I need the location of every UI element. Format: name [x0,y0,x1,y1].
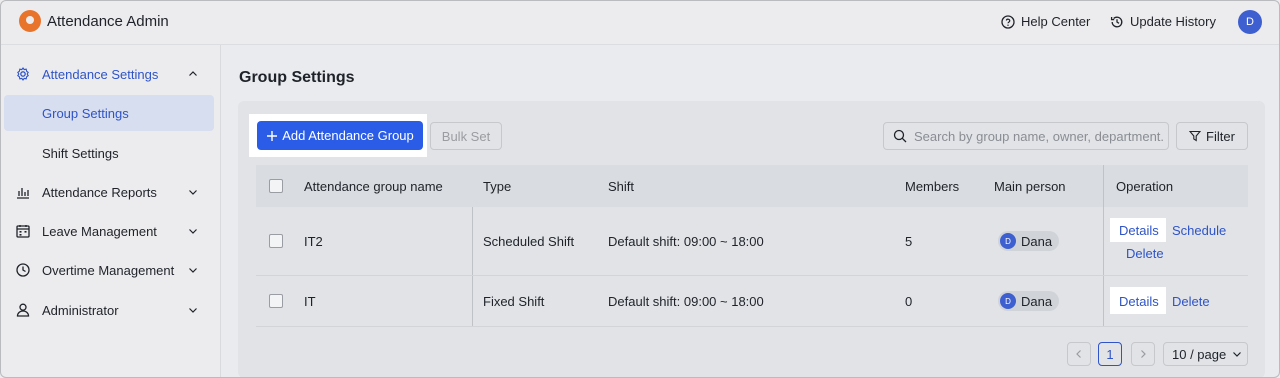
column-header: Type [483,179,512,194]
table-row: IT Fixed Shift Default shift: 09:00 ~ 18… [256,276,1248,327]
avatar: D [1000,293,1016,309]
sidebar: Attendance Settings Group Settings Shift… [0,45,221,378]
bar-chart-icon [16,185,30,199]
sidebar-item-label: Attendance Settings [42,66,159,82]
row-checkbox[interactable] [269,294,283,308]
column-header: Shift [608,179,635,194]
plus-icon [267,130,278,141]
column-header: Attendance group name [304,179,443,194]
column-header: Members [905,179,960,194]
chevron-down-icon [189,190,197,195]
page-number-button[interactable]: 1 [1098,342,1122,366]
group-name-cell: IT [304,294,316,309]
page-size-select[interactable]: 10 / page [1163,342,1248,366]
filter-icon [1189,130,1202,142]
sidebar-item-label: Group Settings [42,105,129,121]
bulk-set-button[interactable]: Bulk Set [430,122,502,150]
select-all-checkbox[interactable] [269,179,283,193]
add-attendance-group-button[interactable]: Add Attendance Group [257,121,423,150]
sidebar-item-label: Administrator [42,302,119,318]
help-center-link[interactable]: Help Center [1001,14,1090,29]
update-history-link[interactable]: Update History [1110,14,1216,29]
row-checkbox[interactable] [269,234,283,248]
type-cell: Scheduled Shift [483,234,575,249]
clock-icon [16,263,30,277]
table-header: Attendance group name Type Shift Members… [256,165,1248,207]
chevron-down-icon [189,268,197,273]
calendar-icon [16,224,30,238]
sidebar-item-leave-management[interactable]: Leave Management [0,213,221,249]
sidebar-item-group-settings[interactable]: Group Settings [0,95,221,131]
app-logo-icon [19,10,41,32]
chevron-up-icon [189,71,197,76]
app-title: Attendance Admin [47,13,169,30]
sidebar-item-administrator[interactable]: Administrator [0,292,221,328]
main-person-chip[interactable]: D Dana [998,231,1060,251]
gear-icon [16,67,30,81]
shift-cell: Default shift: 09:00 ~ 18:00 [608,294,764,309]
search-icon [893,129,907,143]
sidebar-item-label: Overtime Management [42,262,175,278]
details-link[interactable]: Details [1119,223,1159,238]
column-header: Operation [1116,179,1174,194]
chevron-left-icon [1076,350,1081,358]
page-title: Group Settings [239,69,355,86]
search-input[interactable] [914,128,1164,144]
delete-link[interactable]: Delete [1126,246,1164,261]
user-avatar[interactable]: D [1238,10,1262,34]
sidebar-item-overtime-management[interactable]: Overtime Management [0,252,221,288]
user-icon [16,303,30,317]
members-cell: 5 [905,234,913,249]
sidebar-item-label: Shift Settings [42,145,119,161]
members-cell: 0 [905,294,913,309]
avatar: D [1000,233,1016,249]
chevron-down-icon [189,229,197,234]
search-box[interactable] [883,122,1169,150]
column-header: Main person [994,179,1066,194]
chevron-right-icon [1141,350,1146,358]
main-person-name: Dana [1021,293,1053,309]
chevron-down-icon [1233,352,1242,357]
next-page-button[interactable] [1131,342,1155,366]
history-icon [1110,16,1123,27]
page-size-value: 10 / page [1172,346,1227,362]
top-bar: Attendance Admin Help Center Update Hist… [0,0,1280,45]
chevron-down-icon [189,308,197,313]
main-person-chip[interactable]: D Dana [998,291,1060,311]
sidebar-item-label: Leave Management [42,223,157,239]
shift-cell: Default shift: 09:00 ~ 18:00 [608,234,764,249]
question-circle-icon [1001,14,1015,29]
type-cell: Fixed Shift [483,294,545,309]
help-center-label: Help Center [1021,14,1091,29]
main-person-name: Dana [1021,233,1053,249]
add-attendance-group-label: Add Attendance Group [282,128,414,143]
prev-page-button[interactable] [1067,342,1091,366]
delete-link[interactable]: Delete [1172,294,1210,309]
update-history-label: Update History [1130,14,1216,29]
details-link[interactable]: Details [1119,294,1159,309]
sidebar-item-attendance-settings[interactable]: Attendance Settings [0,56,221,92]
table-row: IT2 Scheduled Shift Default shift: 09:00… [256,207,1248,276]
filter-label: Filter [1206,128,1235,144]
filter-button[interactable]: Filter [1176,122,1248,150]
group-name-cell: IT2 [304,234,323,249]
schedule-link[interactable]: Schedule [1172,223,1226,238]
sidebar-item-shift-settings[interactable]: Shift Settings [0,135,221,171]
sidebar-item-label: Attendance Reports [42,184,157,200]
sidebar-item-attendance-reports[interactable]: Attendance Reports [0,174,221,210]
